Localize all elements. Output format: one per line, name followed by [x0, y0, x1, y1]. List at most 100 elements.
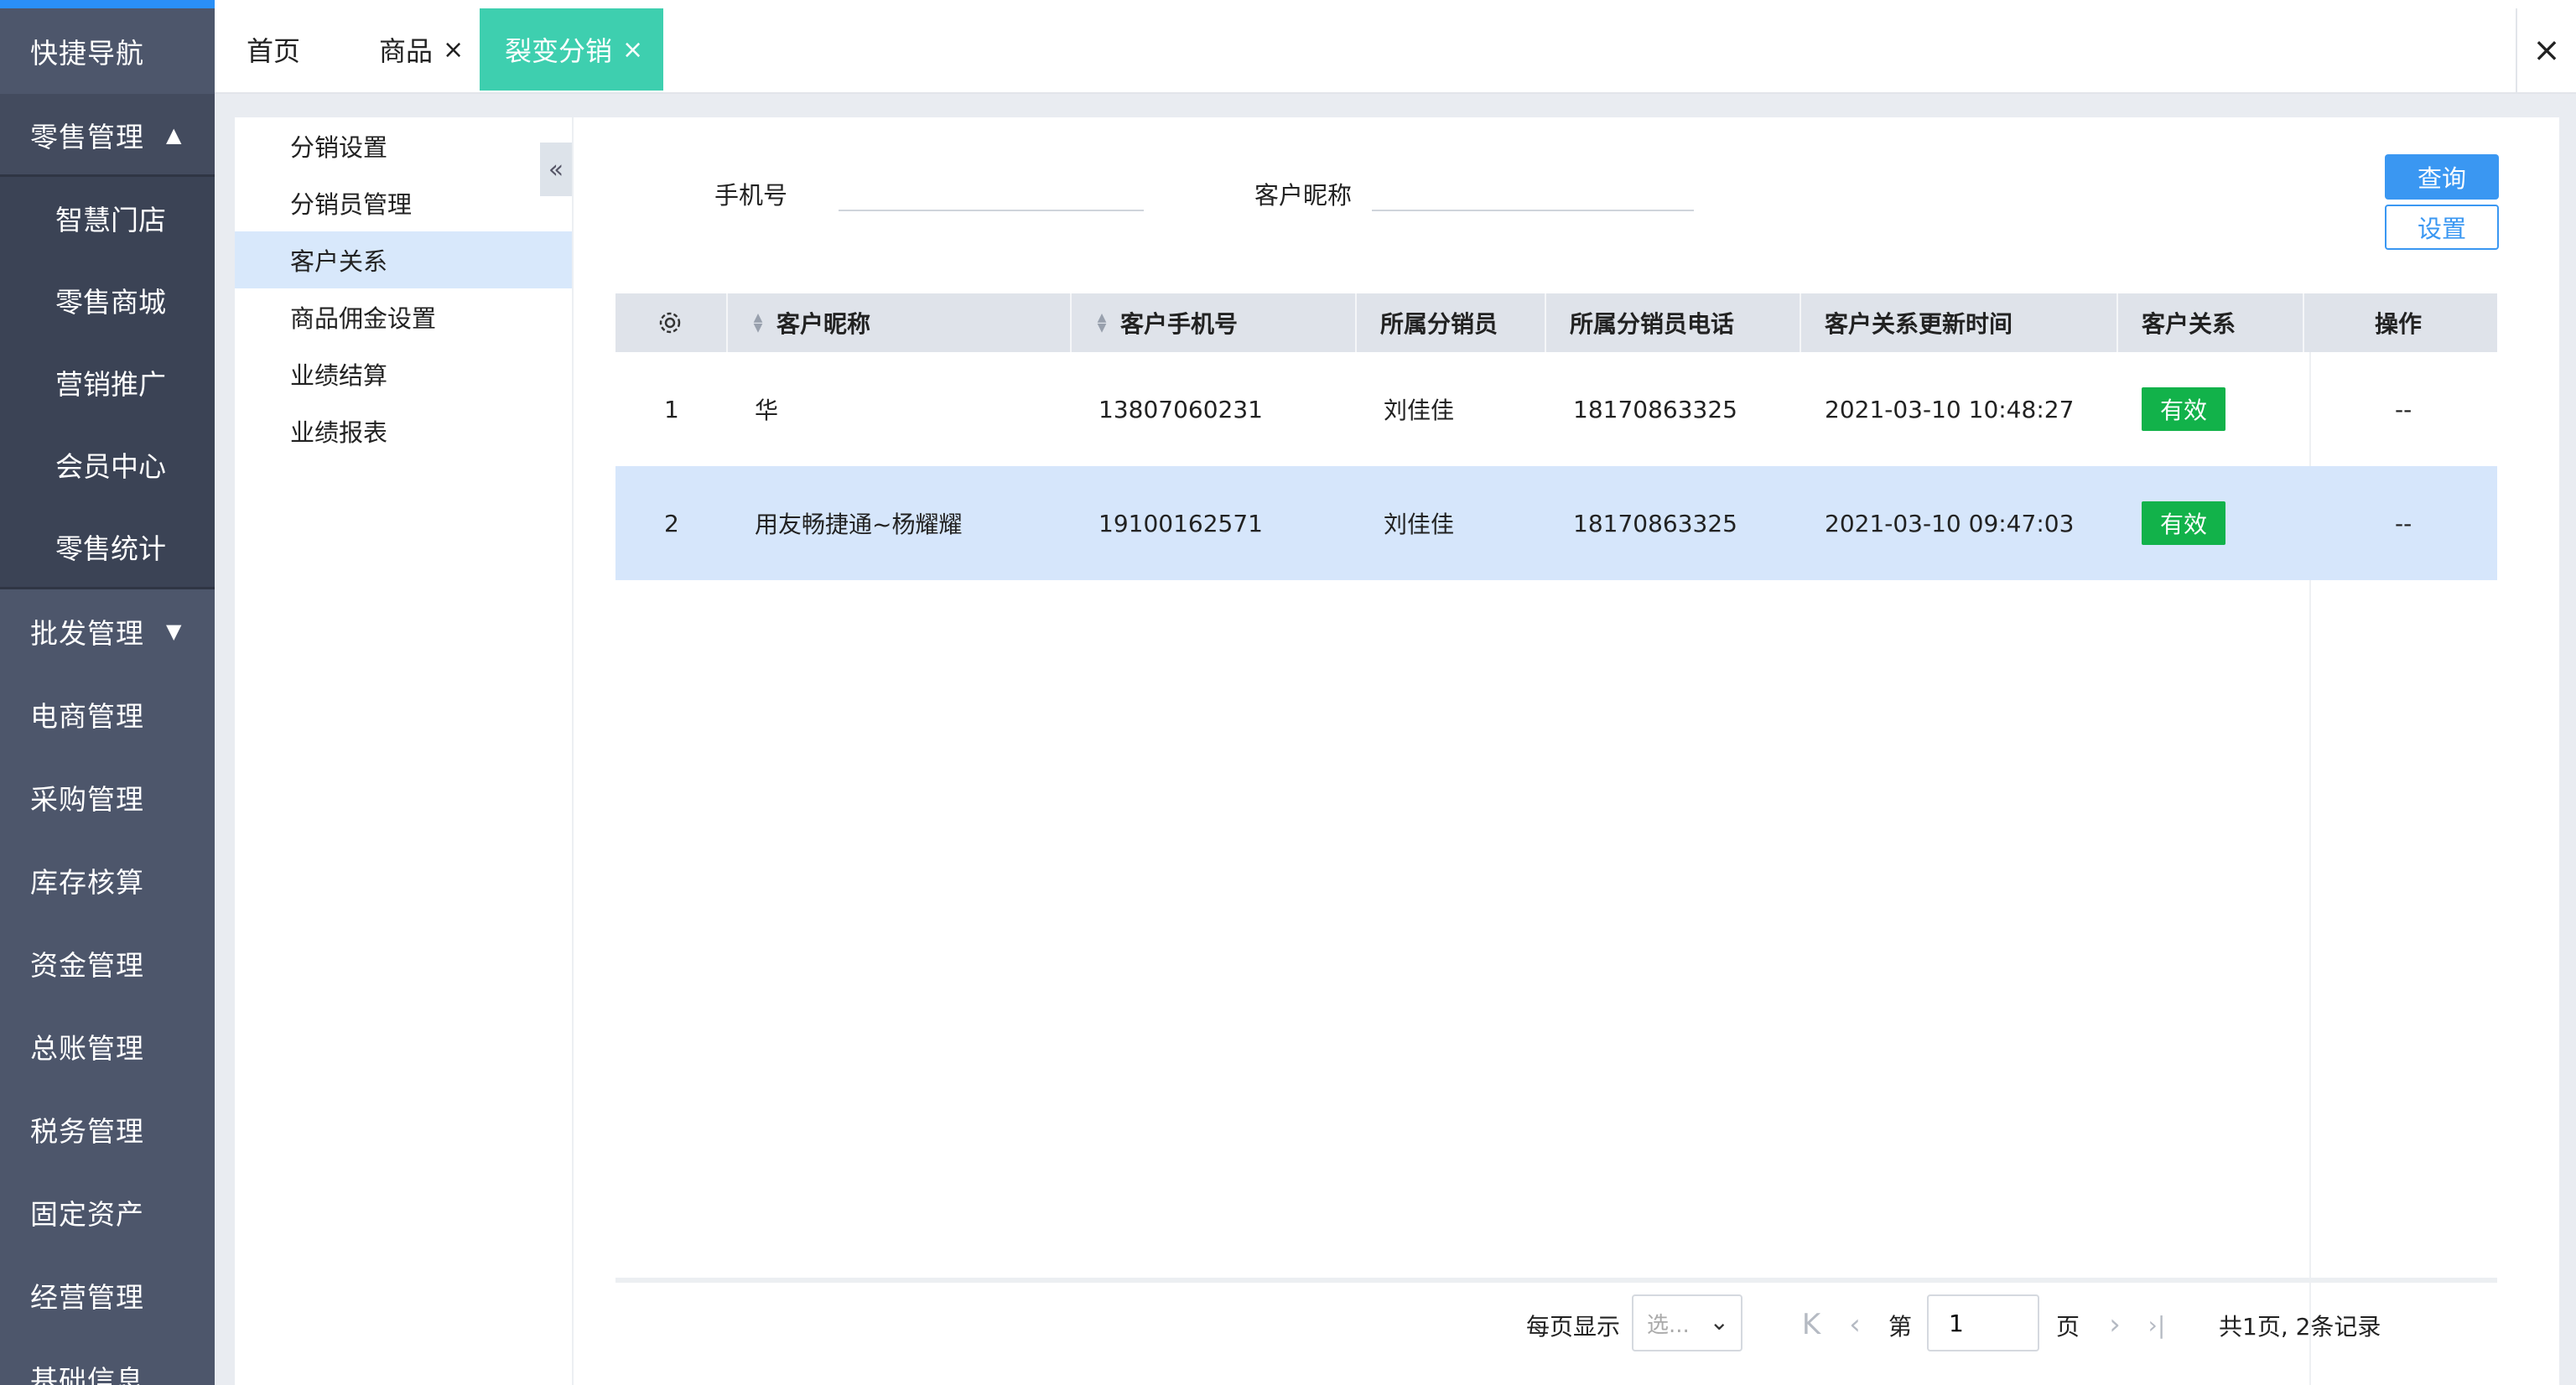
submenu-item-settlement[interactable]: 业绩结算 — [235, 345, 572, 402]
submenu-item-report[interactable]: 业绩报表 — [235, 402, 572, 459]
close-all-tabs-button[interactable]: × — [2516, 8, 2576, 92]
next-page-icon[interactable]: › — [2098, 1298, 2132, 1351]
submenu-label: 业绩结算 — [290, 361, 388, 390]
sort-icon[interactable]: ▲ ▼ — [751, 312, 765, 334]
cell-relation: 有效 — [2118, 352, 2226, 466]
nav-item-wholesale[interactable]: 批发管理 ▼ — [0, 590, 215, 672]
cell-distributor-phone: 18170863325 — [1573, 395, 1737, 423]
table-row[interactable]: 1 华 13807060231 刘佳佳 18170863325 2021-03-… — [615, 352, 2497, 466]
tab-label: 裂变分销 — [505, 35, 613, 67]
cell-action: -- — [2395, 395, 2412, 423]
submenu-label: 分销设置 — [290, 133, 388, 162]
cell-distributor: 刘佳佳 — [1384, 511, 1455, 538]
nav-label: 经营管理 — [30, 1281, 144, 1314]
nav-accent-bar — [0, 0, 215, 8]
caret-down-icon: ▼ — [166, 620, 183, 643]
nav-item-ledger[interactable]: 总账管理 — [0, 1005, 215, 1087]
nav-item-ecommerce[interactable]: 电商管理 — [0, 673, 215, 755]
per-page-select[interactable]: 选... ⌄ — [1632, 1294, 1742, 1351]
cell-nickname: 用友畅捷通~杨耀耀 — [755, 511, 963, 538]
nav-item-funds[interactable]: 资金管理 — [0, 922, 215, 1004]
cell-action: -- — [2395, 509, 2412, 537]
nav-sub-marketing[interactable]: 营销推广 — [0, 341, 215, 423]
nav-label: 采购管理 — [30, 783, 144, 816]
first-page-icon[interactable]: K — [1794, 1298, 1828, 1351]
table-row[interactable]: 2 用友畅捷通~杨耀耀 19100162571 刘佳佳 18170863325 … — [615, 466, 2497, 580]
nav-label: 快捷导航 — [30, 37, 144, 70]
nav-sub-member-center[interactable]: 会员中心 — [0, 423, 215, 506]
nav-label: 资金管理 — [30, 949, 144, 982]
nav-item-basic-info[interactable]: 基础信息 — [0, 1337, 215, 1385]
pager-summary: 共1页, 2条记录 — [2219, 1313, 2381, 1341]
chevron-down-icon: ⌄ — [1709, 1308, 1729, 1336]
caret-up-icon: ▲ — [166, 123, 183, 147]
header-label: 客户关系 — [2142, 310, 2236, 338]
nav-sub-retail-stats[interactable]: 零售统计 — [0, 506, 215, 588]
tab-fission-distribution[interactable]: 裂变分销 × — [480, 8, 664, 91]
header-distributor-phone: 所属分销员电话 — [1546, 293, 1801, 352]
page-number-input[interactable] — [1927, 1294, 2039, 1351]
nav-item-tax[interactable]: 税务管理 — [0, 1088, 215, 1170]
row-number: 1 — [664, 395, 679, 423]
submenu-item-distributors[interactable]: 分销员管理 — [235, 174, 572, 231]
header-relation: 客户关系 — [2118, 293, 2304, 352]
header-label: 所属分销员电话 — [1570, 310, 1735, 338]
cell-distributor: 刘佳佳 — [1384, 397, 1455, 424]
nav-sub-retail-mall[interactable]: 零售商城 — [0, 259, 215, 341]
cell-nickname: 华 — [755, 397, 779, 424]
header-phone[interactable]: ▲ ▼ 客户手机号 — [1072, 293, 1357, 352]
gear-icon — [659, 312, 681, 334]
submenu-item-settings[interactable]: 分销设置 — [235, 117, 572, 174]
nav-sub-smart-store[interactable]: 智慧门店 — [0, 177, 215, 259]
nickname-input[interactable] — [1372, 171, 1694, 211]
nav-label: 电商管理 — [30, 700, 144, 733]
cell-phone: 13807060231 — [1098, 395, 1263, 423]
tab-home[interactable]: 首页 — [247, 8, 300, 91]
nav-item-fixed-assets[interactable]: 固定资产 — [0, 1171, 215, 1253]
nav-label: 批发管理 — [30, 617, 144, 650]
nickname-label: 客户昵称 — [1254, 181, 1353, 210]
header-nickname[interactable]: ▲ ▼ 客户昵称 — [728, 293, 1072, 352]
content-panel: 分销设置 分销员管理 客户关系 商品佣金设置 业绩结算 业绩报表 « 手机号 客… — [235, 117, 2559, 1385]
last-page-icon[interactable]: ›| — [2140, 1298, 2174, 1351]
nav-label: 基础信息 — [30, 1364, 144, 1385]
submenu-item-customer-relations[interactable]: 客户关系 — [235, 231, 572, 288]
nav-label: 营销推广 — [55, 368, 166, 401]
header-distributor: 所属分销员 — [1357, 293, 1546, 352]
phone-label: 手机号 — [714, 181, 788, 210]
nav-label: 智慧门店 — [55, 204, 166, 236]
close-icon[interactable]: × — [443, 35, 464, 65]
sort-icon[interactable]: ▲ ▼ — [1095, 312, 1109, 334]
close-icon[interactable]: × — [622, 35, 643, 65]
setting-button[interactable]: 设置 — [2385, 205, 2499, 250]
prev-page-icon[interactable]: ‹ — [1838, 1298, 1872, 1351]
tab-label: 商品 — [379, 35, 434, 67]
submenu-label: 商品佣金设置 — [290, 304, 437, 333]
per-page-placeholder: 选... — [1647, 1312, 1690, 1338]
query-button[interactable]: 查询 — [2385, 154, 2499, 200]
column-settings-icon[interactable] — [615, 293, 728, 352]
tab-goods[interactable]: 商品 × — [379, 8, 464, 91]
nav-item-inventory[interactable]: 库存核算 — [0, 839, 215, 921]
header-label: 客户关系更新时间 — [1825, 310, 2013, 338]
submenu-item-commission[interactable]: 商品佣金设置 — [235, 288, 572, 345]
cell-phone: 19100162571 — [1098, 509, 1263, 537]
nav-item-operations[interactable]: 经营管理 — [0, 1254, 215, 1336]
page-prefix: 第 — [1888, 1313, 1913, 1341]
nav-item-purchase[interactable]: 采购管理 — [0, 756, 215, 838]
per-page-label: 每页显示 — [1526, 1313, 1621, 1341]
collapse-submenu-icon[interactable]: « — [540, 143, 572, 196]
nav-divider — [0, 587, 215, 589]
nav-item-retail[interactable]: 零售管理 ▲ — [0, 94, 215, 176]
nav-item-quick-nav[interactable]: 快捷导航 — [0, 10, 215, 92]
horizontal-scrollbar[interactable] — [615, 1278, 2497, 1283]
nav-label: 总账管理 — [30, 1032, 144, 1065]
row-number: 2 — [664, 509, 679, 537]
phone-input[interactable] — [839, 171, 1144, 211]
cell-relation: 有效 — [2118, 466, 2226, 580]
page-suffix: 页 — [2056, 1313, 2080, 1341]
distribution-submenu: 分销设置 分销员管理 客户关系 商品佣金设置 业绩结算 业绩报表 — [235, 117, 574, 1385]
header-label: 客户手机号 — [1120, 310, 1239, 338]
submenu-label: 分销员管理 — [290, 190, 413, 219]
main-nav: 快捷导航 零售管理 ▲ 智慧门店 零售商城 营销推广 会员中心 零售统计 批发管理… — [0, 0, 215, 1385]
